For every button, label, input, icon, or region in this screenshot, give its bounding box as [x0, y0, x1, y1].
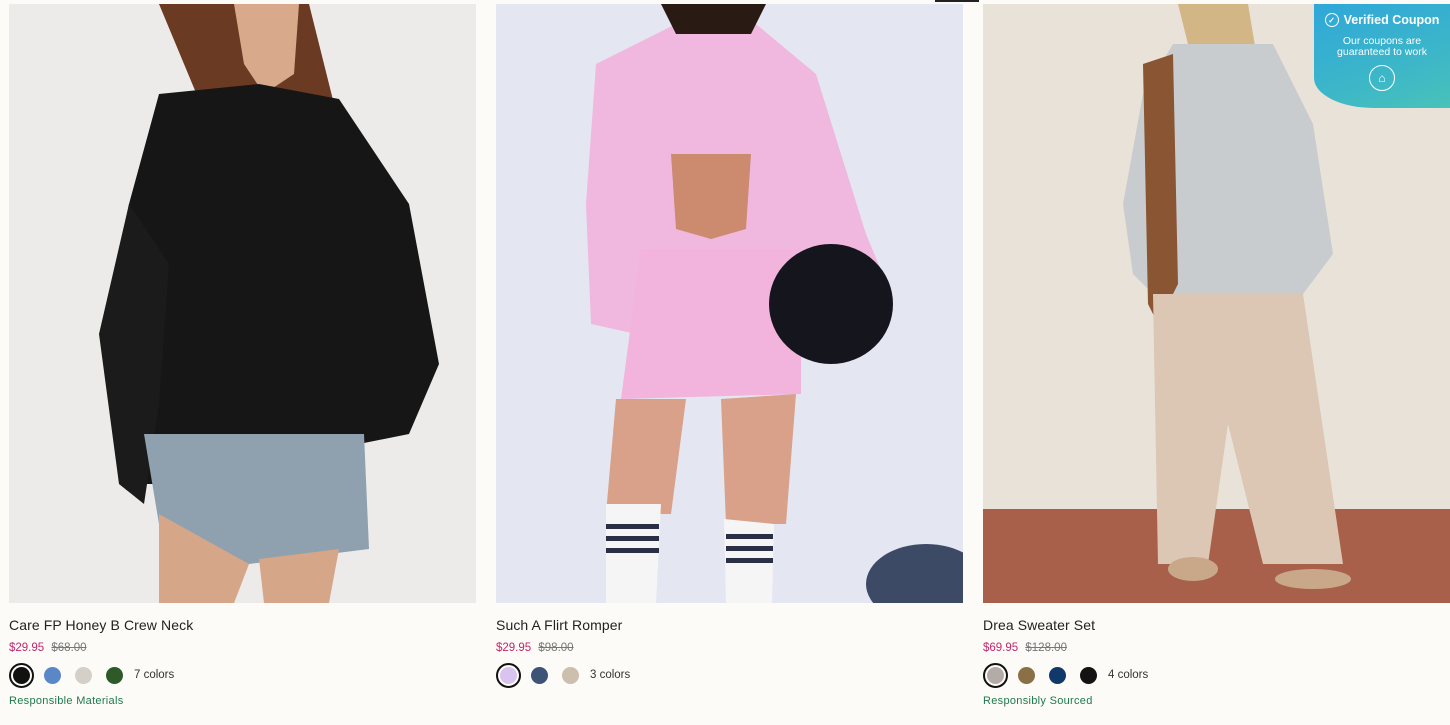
home-icon: ⌂ [1369, 65, 1395, 91]
color-swatch[interactable] [1018, 666, 1035, 684]
colors-count[interactable]: 7 colors [134, 669, 174, 681]
sale-price: $69.95 [983, 642, 1019, 654]
colors-count[interactable]: 3 colors [590, 669, 630, 681]
original-price: $128.00 [1025, 642, 1067, 654]
product-image[interactable]: ✓ Verified Coupon Our coupons are guaran… [983, 4, 1450, 603]
color-swatches: 3 colors [496, 662, 963, 688]
color-swatches: 4 colors [983, 662, 1450, 688]
product-title[interactable]: Drea Sweater Set [983, 617, 1450, 635]
original-price: $68.00 [51, 642, 87, 654]
color-swatch-selected[interactable] [983, 662, 1008, 688]
price-row: $29.95 $98.00 [496, 642, 963, 656]
product-image[interactable] [9, 4, 476, 603]
product-grid: Care FP Honey B Crew Neck $29.95 $68.00 … [0, 0, 1450, 725]
product-card-2[interactable]: Such A Flirt Romper $29.95 $98.00 3 colo… [496, 0, 963, 695]
sustainability-tag: Responsibly Sourced [983, 695, 1093, 707]
color-swatch[interactable] [1049, 666, 1066, 684]
sale-price: $29.95 [9, 642, 45, 654]
original-price: $98.00 [538, 642, 574, 654]
price-row: $69.95 $128.00 [983, 642, 1450, 656]
coupon-title: Verified Coupon [1343, 13, 1440, 27]
color-swatch[interactable] [1080, 666, 1097, 684]
sustainability-tag: Responsible Materials [9, 695, 124, 707]
price-row: $29.95 $68.00 [9, 642, 476, 656]
product-card-1[interactable]: Care FP Honey B Crew Neck $29.95 $68.00 … [9, 0, 476, 707]
product-title[interactable]: Such A Flirt Romper [496, 617, 963, 635]
color-swatch[interactable] [531, 666, 548, 684]
color-swatch[interactable] [75, 666, 92, 684]
product-title[interactable]: Care FP Honey B Crew Neck [9, 617, 476, 635]
checkmark-icon: ✓ [1324, 13, 1339, 27]
color-swatch[interactable] [44, 666, 61, 684]
coupon-subtitle-line-2: guaranteed to work [1337, 46, 1427, 58]
color-swatch-selected[interactable] [496, 662, 521, 688]
color-swatch[interactable] [106, 666, 123, 684]
product-image[interactable] [496, 4, 963, 603]
color-swatch[interactable] [562, 666, 579, 684]
color-swatches: 7 colors [9, 662, 476, 688]
sale-price: $29.95 [496, 642, 532, 654]
color-swatch-selected[interactable] [9, 662, 34, 688]
verified-coupon-badge[interactable]: ✓ Verified Coupon Our coupons are guaran… [1314, 4, 1450, 108]
colors-count[interactable]: 4 colors [1108, 669, 1148, 681]
coupon-header: ✓ Verified Coupon [1314, 13, 1450, 27]
product-card-3[interactable]: ✓ Verified Coupon Our coupons are guaran… [983, 0, 1450, 707]
coupon-subtitle: Our coupons are guaranteed to work [1314, 36, 1450, 58]
